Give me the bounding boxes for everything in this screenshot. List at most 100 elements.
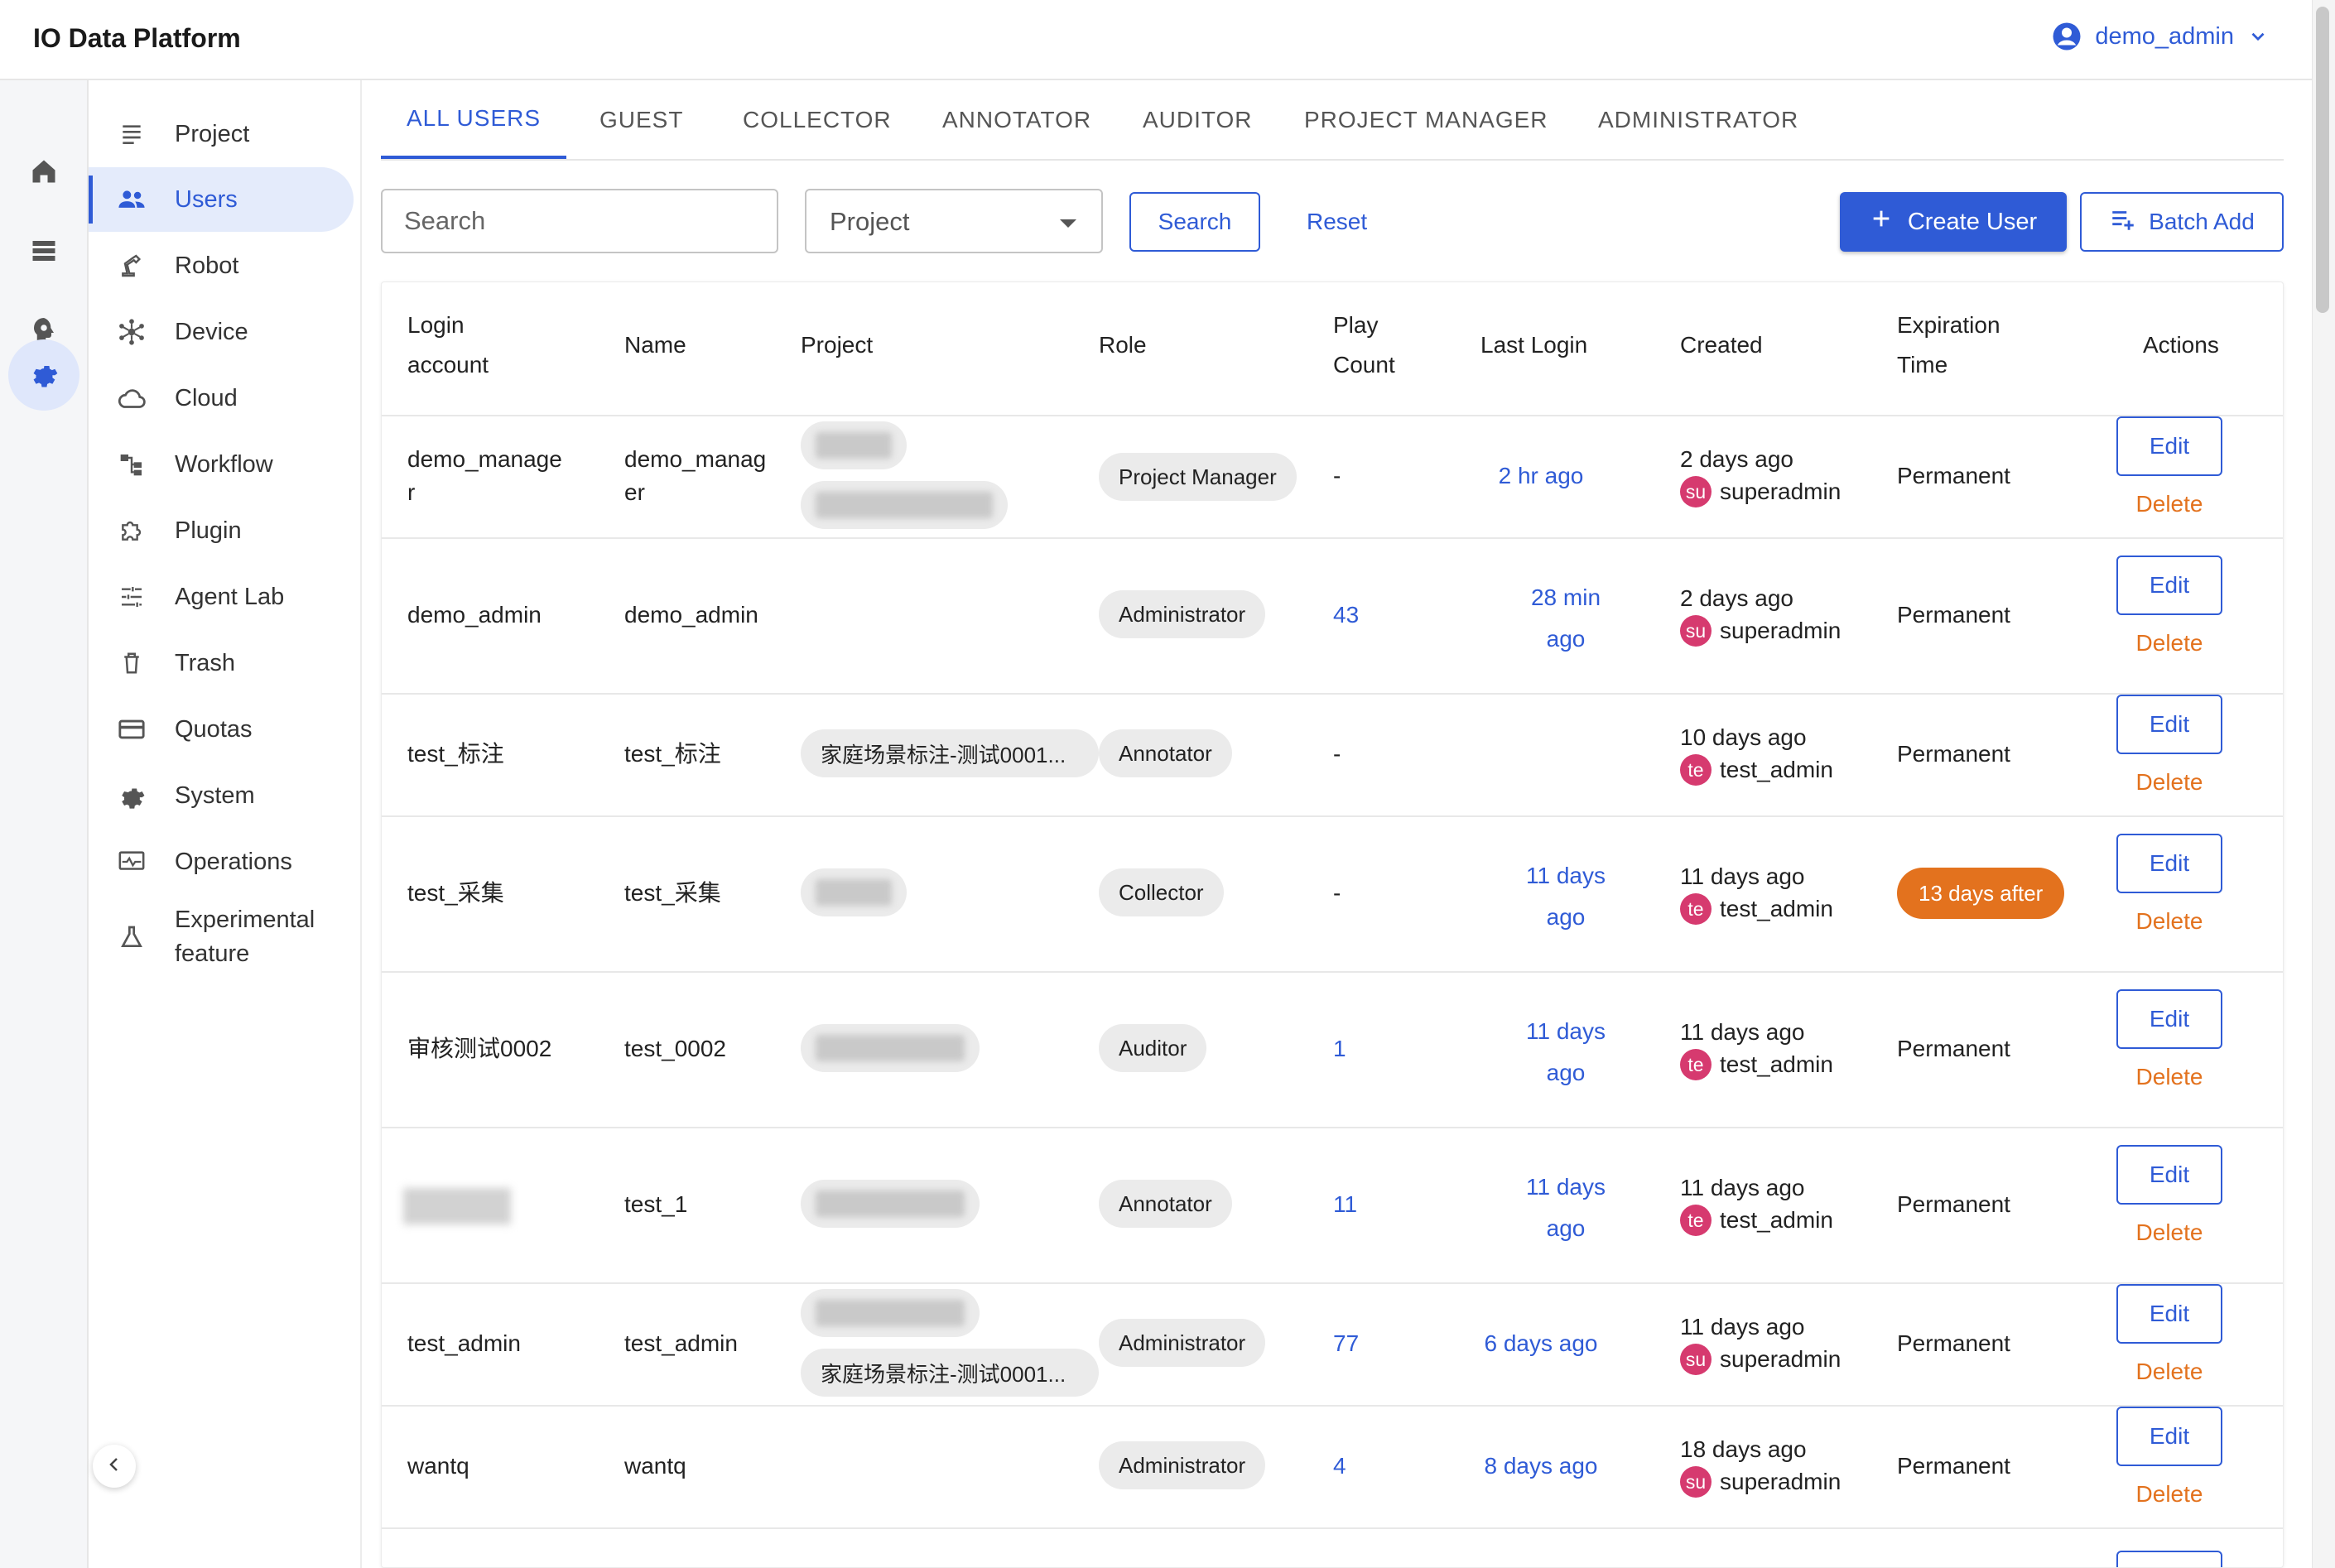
- expiration-time: Permanent: [1897, 1453, 2010, 1479]
- scrollbar-thumb[interactable]: [2316, 7, 2329, 313]
- account-circle-icon: [2052, 22, 2082, 51]
- sidebar-item-robot[interactable]: Robot: [89, 233, 354, 298]
- chevron-down-icon: [2247, 26, 2269, 47]
- edit-button[interactable]: Edit: [2116, 834, 2222, 893]
- edit-button[interactable]: Edit: [2116, 1145, 2222, 1205]
- batch-add-button[interactable]: Batch Add: [2080, 192, 2284, 252]
- edit-button[interactable]: Edit: [2116, 556, 2222, 615]
- expiration-time: Permanent: [1897, 1330, 2010, 1356]
- edit-button[interactable]: Edit: [2116, 695, 2222, 754]
- play-count[interactable]: 43: [1333, 599, 1359, 632]
- expiration-time: Permanent: [1897, 463, 2010, 488]
- delete-button[interactable]: Delete: [2116, 908, 2222, 935]
- last-login: 6 days ago: [1484, 1330, 1598, 1356]
- sidebar-item-quotas[interactable]: Quotas: [89, 697, 354, 762]
- creator-name: test_admin: [1720, 757, 1833, 782]
- created-by: su superadmin: [1680, 476, 1841, 507]
- edit-button[interactable]: Edit: [2116, 1407, 2222, 1466]
- sidebar-item-device[interactable]: Device: [89, 300, 354, 364]
- sidebar-nav: Project Users Robot Device Cloud Workflo…: [89, 80, 362, 1568]
- delete-button[interactable]: Delete: [2116, 1481, 2222, 1508]
- user-name: test_采集: [624, 880, 721, 906]
- sidebar-item-cloud[interactable]: Cloud: [89, 366, 354, 430]
- cloud-icon: [115, 382, 148, 415]
- play-count: -: [1333, 463, 1341, 488]
- avatar: su: [1680, 1344, 1712, 1375]
- tab-project-manager[interactable]: PROJECT MANAGER: [1304, 80, 1548, 159]
- sidebar-item-operations[interactable]: Operations: [89, 830, 354, 894]
- tab-all-users[interactable]: ALL USERS: [381, 80, 566, 159]
- project-chip: [801, 1180, 980, 1228]
- creator-name: superadmin: [1720, 1469, 1842, 1494]
- table-row: test_采集 test_采集 Collector - 11 days ago …: [382, 815, 2283, 971]
- edit-button[interactable]: Edit: [2116, 416, 2222, 476]
- sidebar-item-label: Users: [175, 185, 238, 213]
- reset-button[interactable]: Reset: [1307, 192, 1367, 252]
- rail-home-button[interactable]: [8, 137, 79, 209]
- created-by: te test_admin: [1680, 1049, 1833, 1080]
- last-login: 11 days ago: [1526, 1018, 1606, 1085]
- tab-auditor[interactable]: AUDITOR: [1143, 80, 1253, 159]
- rail-list-button[interactable]: [8, 217, 79, 288]
- creator-name: superadmin: [1720, 618, 1842, 643]
- role-chip: Annotator: [1099, 1180, 1232, 1228]
- gear-icon: [29, 358, 59, 392]
- sidebar-item-users[interactable]: Users: [89, 167, 354, 232]
- rail-settings-button[interactable]: [8, 339, 79, 411]
- sidebar-item-label: Trash: [175, 649, 236, 676]
- tab-guest[interactable]: GUEST: [599, 80, 683, 159]
- login-account: test_admin: [407, 1330, 521, 1356]
- play-count[interactable]: 77: [1333, 1327, 1359, 1360]
- search-button[interactable]: Search: [1129, 192, 1260, 252]
- users-table: Login account Name Project Role Play Cou…: [381, 281, 2284, 1568]
- create-user-button[interactable]: Create User: [1840, 192, 2067, 252]
- tab-annotator[interactable]: ANNOTATOR: [942, 80, 1091, 159]
- search-input[interactable]: [381, 189, 778, 253]
- column-header-play-count: Play Count: [1333, 312, 1395, 378]
- collapse-sidebar-button[interactable]: [93, 1445, 136, 1488]
- edit-button[interactable]: Edit: [2116, 1551, 2222, 1567]
- edit-button[interactable]: Edit: [2116, 1284, 2222, 1344]
- chevron-left-icon: [104, 1455, 124, 1479]
- delete-button[interactable]: Delete: [2116, 769, 2222, 796]
- play-count[interactable]: 4: [1333, 1450, 1346, 1483]
- sidebar-item-agent-lab[interactable]: Agent Lab: [89, 565, 354, 629]
- sidebar-item-trash[interactable]: Trash: [89, 631, 354, 695]
- sidebar-item-experimental-feature[interactable]: Experimental feature: [89, 896, 354, 979]
- sidebar-item-project[interactable]: Project: [89, 102, 354, 166]
- tab-administrator[interactable]: ADMINISTRATOR: [1598, 80, 1798, 159]
- table-row: test_标注 test_标注 家庭场景标注-测试0001... Annotat…: [382, 693, 2283, 815]
- project-select-value: Project: [830, 207, 910, 236]
- trash-icon: [115, 647, 148, 680]
- tab-collector[interactable]: COLLECTOR: [743, 80, 892, 159]
- expiration-time: Permanent: [1897, 1036, 2010, 1061]
- creator-name: test_admin: [1720, 896, 1833, 921]
- play-count[interactable]: 1: [1333, 1032, 1346, 1065]
- puzzle-icon: [115, 514, 148, 547]
- table-row: 审核测试0002 test_0002 Auditor 1 11 days ago…: [382, 971, 2283, 1127]
- project-chip: [801, 868, 907, 916]
- sidebar-item-system[interactable]: System: [89, 763, 354, 828]
- sidebar-item-label: Workflow: [175, 450, 273, 478]
- delete-button[interactable]: Delete: [2116, 1359, 2222, 1385]
- users-icon: [115, 183, 148, 216]
- project-select[interactable]: Project: [805, 189, 1103, 253]
- creator-name: test_admin: [1720, 1207, 1833, 1233]
- role-chip: Project Manager: [1099, 453, 1297, 501]
- delete-button[interactable]: Delete: [2116, 1219, 2222, 1246]
- username: demo_admin: [2095, 22, 2234, 50]
- sidebar-item-label: Robot: [175, 252, 239, 279]
- delete-button[interactable]: Delete: [2116, 630, 2222, 657]
- delete-button[interactable]: Delete: [2116, 491, 2222, 517]
- expiration-badge: 13 days after: [1897, 868, 2065, 919]
- sidebar-item-plugin[interactable]: Plugin: [89, 498, 354, 563]
- delete-button[interactable]: Delete: [2116, 1064, 2222, 1090]
- creator-name: superadmin: [1720, 479, 1842, 504]
- home-icon: [29, 156, 59, 190]
- role-chip: Administrator: [1099, 1319, 1266, 1367]
- batch-add-label: Batch Add: [2149, 209, 2255, 234]
- sidebar-item-workflow[interactable]: Workflow: [89, 432, 354, 497]
- user-menu[interactable]: demo_admin: [2052, 22, 2269, 51]
- edit-button[interactable]: Edit: [2116, 989, 2222, 1049]
- play-count[interactable]: 11: [1333, 1188, 1357, 1221]
